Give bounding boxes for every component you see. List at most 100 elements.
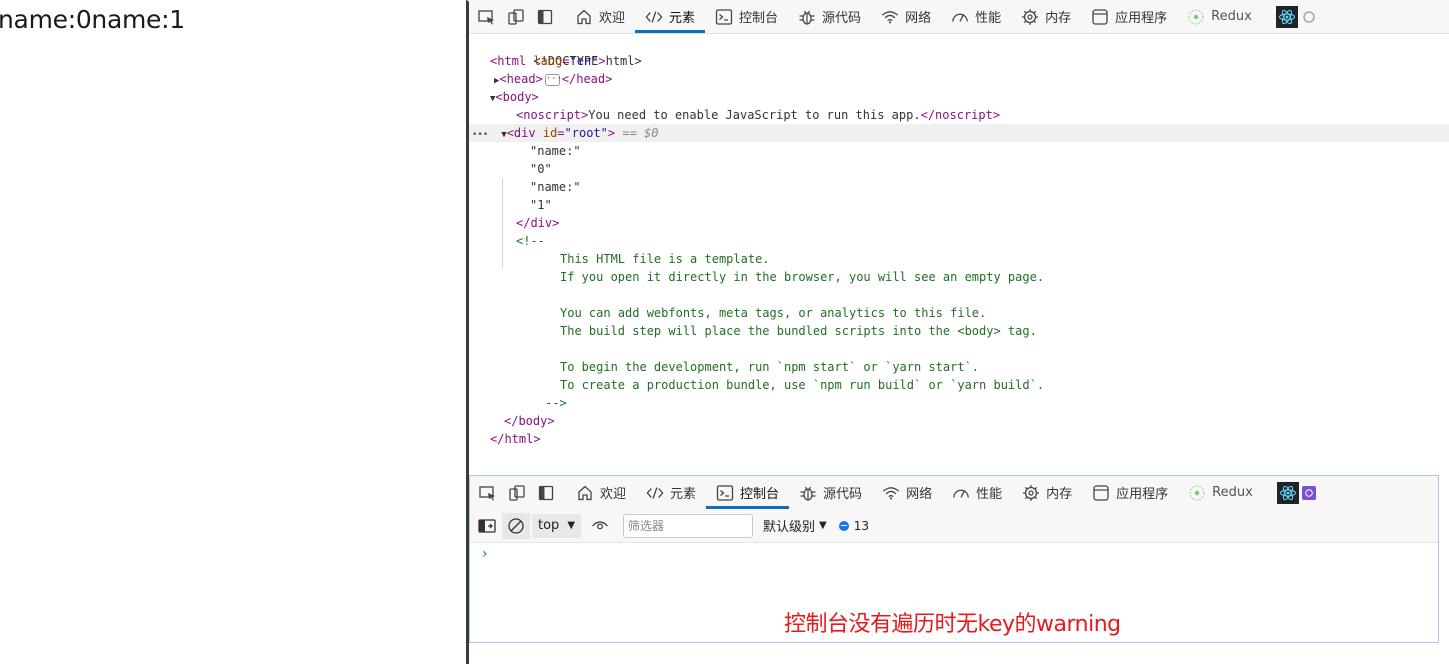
react-profiler-icon[interactable] (1302, 7, 1318, 27)
dock-side-icon[interactable] (536, 483, 556, 503)
dom-node-noscript[interactable]: <noscript>You need to enable JavaScript … (469, 106, 1449, 124)
chevron-down-icon: ▼ (819, 520, 827, 531)
text-node-value: "name:" (530, 144, 581, 158)
comment-line (469, 286, 1449, 304)
comment-text: This HTML file is a template. (560, 252, 770, 266)
message-bubble-icon (838, 520, 849, 531)
tab-application[interactable]: 应用程序 (1082, 476, 1178, 509)
comment-line (469, 340, 1449, 358)
console-toolbar: top ▼ 默认级别 ▼ 13 (470, 509, 1438, 543)
console-icon (716, 484, 734, 502)
selected-node-ref: == $0 (622, 126, 659, 140)
comment-close: --> (545, 396, 567, 410)
tab-welcome[interactable]: 欢迎 (566, 476, 636, 509)
tab-label: 控制台 (740, 487, 780, 502)
comment-line: This HTML file is a template. (469, 250, 1449, 268)
tab-memory[interactable]: 内存 (1011, 0, 1081, 33)
application-icon (1091, 8, 1109, 26)
dom-node-head[interactable]: ▶<head> ···</head> (469, 70, 1449, 88)
redux-icon (1187, 8, 1205, 26)
comment-line: The build step will place the bundled sc… (469, 322, 1449, 340)
tab-label: 控制台 (739, 11, 779, 26)
collapsed-ellipsis-icon[interactable]: ··· (544, 73, 562, 86)
tab-label: 元素 (670, 487, 697, 502)
text-node[interactable]: "name:" (469, 178, 1449, 196)
page-content-text: name:0name:1 (0, 5, 185, 34)
text-node-value: "1" (530, 198, 552, 212)
tab-sources[interactable]: 源代码 (789, 476, 872, 509)
tab-application[interactable]: 应用程序 (1081, 0, 1177, 33)
tab-label: 元素 (669, 11, 696, 26)
dom-comment-open[interactable]: <!-- (469, 232, 1449, 250)
comment-open: <!-- (516, 234, 545, 248)
tab-network[interactable]: 网络 (872, 476, 942, 509)
body-open-tag: <body> (495, 90, 539, 104)
tab-label: 应用程序 (1116, 487, 1169, 502)
tab-label: 源代码 (822, 11, 862, 26)
html-tag-name: html (497, 54, 527, 68)
context-selector[interactable]: top ▼ (532, 513, 582, 538)
dom-node-div-close[interactable]: </div> (469, 214, 1449, 232)
head-close-tag: </head> (561, 72, 613, 86)
tab-welcome[interactable]: 欢迎 (565, 0, 635, 33)
dom-node-html-close[interactable]: </html> (469, 430, 1449, 448)
text-node[interactable]: "1" (469, 196, 1449, 214)
tab-label: 性能 (976, 487, 1003, 502)
console-prompt[interactable]: › (482, 546, 488, 562)
tab-redux[interactable]: Redux (1178, 476, 1263, 509)
devtools-panel: 欢迎 元素 控制台 源代码 网络 性能 内存 应用程序 Redux <!DOCT… (469, 0, 1449, 664)
tab-console[interactable]: 控制台 (706, 476, 790, 509)
text-node[interactable]: "0" (469, 160, 1449, 178)
dom-node-doctype[interactable]: <!DOCTYPE html> (469, 34, 1449, 68)
html-attr-value: "en" (569, 54, 599, 68)
html-attr-name: lang (533, 54, 563, 68)
tab-elements[interactable]: 元素 (635, 0, 706, 33)
tab-network[interactable]: 网络 (871, 0, 941, 33)
elements-dom-tree: <!DOCTYPE html> <html lang="en"> ▶<head>… (469, 34, 1449, 474)
tab-label: 网络 (906, 487, 933, 502)
comment-text: If you open it directly in the browser, … (560, 270, 1045, 284)
dock-side-icon[interactable] (535, 7, 555, 27)
wifi-icon (881, 8, 899, 26)
tab-redux[interactable]: Redux (1177, 0, 1262, 33)
text-node[interactable]: "name:" (469, 142, 1449, 160)
tab-elements[interactable]: 元素 (636, 476, 706, 509)
tab-performance[interactable]: 性能 (941, 0, 1011, 33)
div-close-tag: </div> (516, 216, 560, 230)
inspect-element-icon[interactable] (477, 7, 497, 27)
device-emulation-icon[interactable] (506, 7, 526, 27)
tab-sources[interactable]: 源代码 (788, 0, 871, 33)
tab-memory[interactable]: 内存 (1012, 476, 1082, 509)
tab-performance[interactable]: 性能 (942, 476, 1012, 509)
more-actions-icon[interactable]: ••• (472, 130, 488, 140)
gauge-icon (951, 8, 969, 26)
filter-input[interactable] (623, 513, 754, 538)
dom-node-body[interactable]: ▼<body> (469, 88, 1449, 106)
div-attr-name: id (542, 126, 558, 140)
dom-node-html[interactable]: <html lang="en"> (469, 52, 1449, 70)
clear-console-icon[interactable] (502, 512, 530, 539)
tab-label: 网络 (905, 11, 932, 26)
console-icon (715, 8, 733, 26)
message-count-badge[interactable]: 13 (838, 519, 869, 533)
text-node-value: "0" (530, 162, 552, 176)
tab-label: 源代码 (823, 487, 863, 502)
comment-line: To create a production bundle, use `npm … (469, 376, 1449, 394)
gauge-icon (952, 484, 970, 502)
dom-node-div-root[interactable]: ••• ▼<div id="root"> == $0 (469, 124, 1449, 142)
html-close-tag: </html> (490, 432, 541, 446)
react-devtools-icon[interactable] (1276, 481, 1299, 504)
tab-console[interactable]: 控制台 (705, 0, 788, 33)
inspect-element-icon[interactable] (478, 483, 498, 503)
react-profiler-icon[interactable] (1301, 485, 1316, 500)
react-devtools-icon[interactable] (1275, 5, 1298, 28)
log-levels-dropdown[interactable]: 默认级别 ▼ (763, 516, 827, 535)
wifi-icon (882, 484, 900, 502)
home-icon (575, 8, 593, 26)
device-emulation-icon[interactable] (507, 483, 527, 503)
page-viewport: name:0name:1 (0, 0, 466, 664)
show-sidebar-icon[interactable] (476, 515, 498, 537)
dom-node-body-close[interactable]: </body> (469, 412, 1449, 430)
live-expression-eye-icon[interactable] (589, 515, 611, 537)
dom-comment-close[interactable]: --> (469, 394, 1449, 412)
